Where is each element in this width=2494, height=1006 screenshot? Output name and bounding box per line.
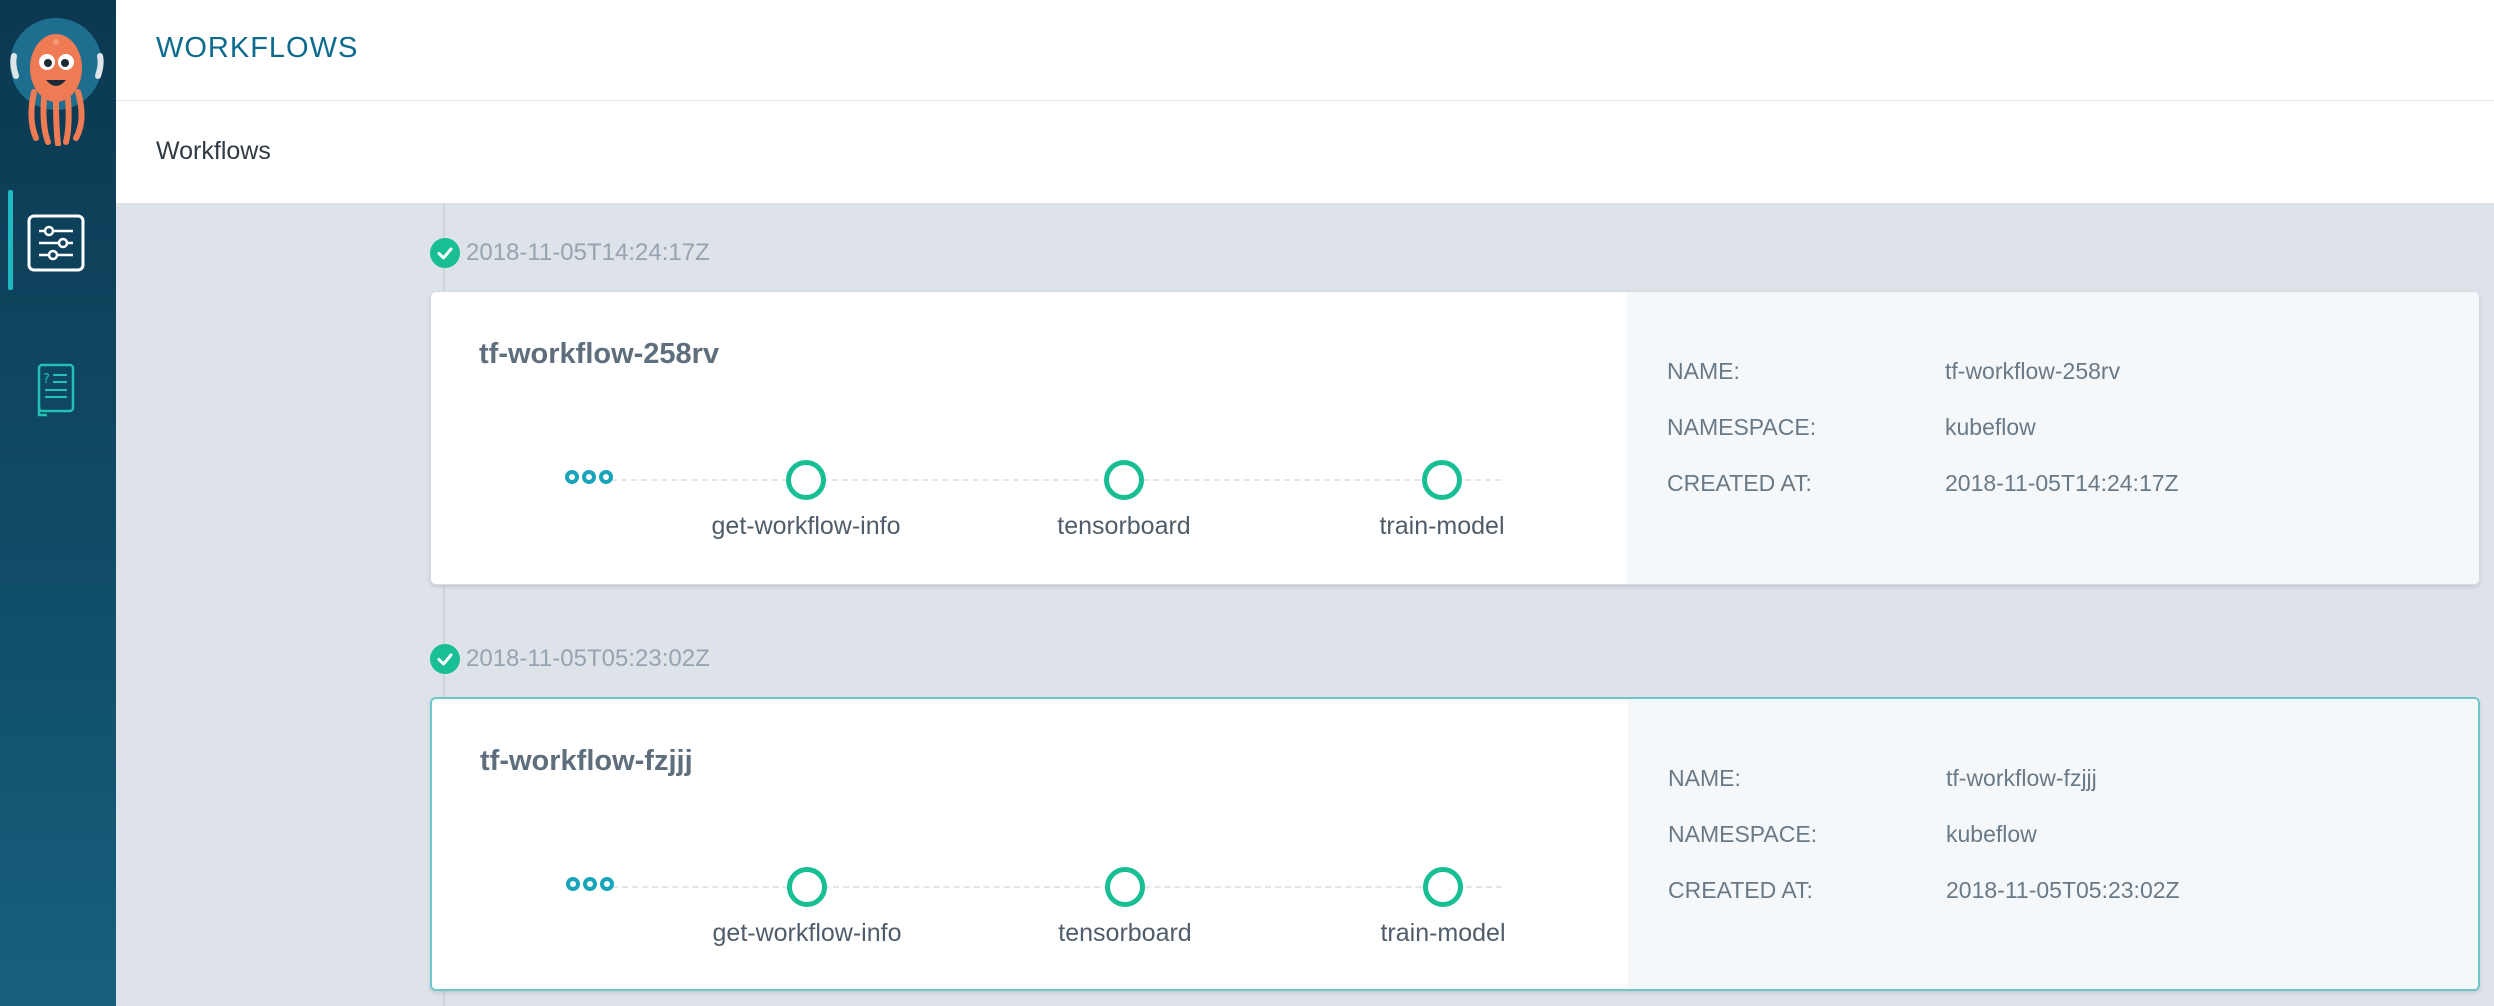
step-node[interactable] — [786, 460, 826, 500]
step-label: tensorboard — [1058, 919, 1192, 947]
workflow-timestamp: 2018-11-05T05:23:02Z — [430, 642, 710, 676]
step-node[interactable] — [1104, 460, 1144, 500]
svg-text:?: ? — [43, 372, 50, 387]
help-book-icon: ? — [37, 363, 75, 417]
workflow-card[interactable]: tf-workflow-258rv get-workflow-info tens… — [430, 291, 2480, 585]
step-label: get-workflow-info — [712, 919, 902, 947]
sliders-icon — [27, 214, 85, 272]
sub-bar: Workflows — [116, 101, 2494, 203]
workflow-details: NAME: tf-workflow-258rv NAMESPACE: kubef… — [1627, 292, 2479, 584]
breadcrumb: Workflows — [156, 137, 271, 165]
nav-workflows[interactable] — [0, 190, 116, 290]
workflow-graph: get-workflow-info tensorboard train-mode… — [432, 699, 1628, 989]
success-check-icon — [430, 238, 460, 268]
step-label: train-model — [1380, 919, 1506, 947]
nav-help[interactable]: ? — [0, 335, 116, 435]
step-label: train-model — [1379, 512, 1505, 540]
step-node[interactable] — [1422, 460, 1462, 500]
workflow-timestamp: 2018-11-05T14:24:17Z — [430, 236, 710, 270]
top-bar: WORKFLOWS — [116, 0, 2494, 101]
success-check-icon — [430, 644, 460, 674]
graph-edge — [601, 479, 1501, 481]
argo-logo-icon[interactable] — [8, 16, 108, 147]
step-label: tensorboard — [1057, 512, 1191, 540]
more-steps-icon[interactable] — [565, 470, 613, 484]
page-title: WORKFLOWS — [156, 32, 359, 64]
workflow-card[interactable]: tf-workflow-fzjjj get-workflow-info tens… — [430, 697, 2480, 991]
timestamp-text: 2018-11-05T05:23:02Z — [466, 645, 710, 672]
sidebar: ? — [0, 0, 116, 1006]
timestamp-text: 2018-11-05T14:24:17Z — [466, 239, 710, 266]
step-node[interactable] — [1105, 867, 1145, 907]
more-steps-icon[interactable] — [566, 877, 614, 891]
graph-edge — [602, 886, 1502, 888]
step-label: get-workflow-info — [711, 512, 901, 540]
step-node[interactable] — [787, 867, 827, 907]
workflow-graph: get-workflow-info tensorboard train-mode… — [431, 292, 1627, 584]
workflow-details: NAME: tf-workflow-fzjjj NAMESPACE: kubef… — [1628, 699, 2478, 989]
step-node[interactable] — [1423, 867, 1463, 907]
